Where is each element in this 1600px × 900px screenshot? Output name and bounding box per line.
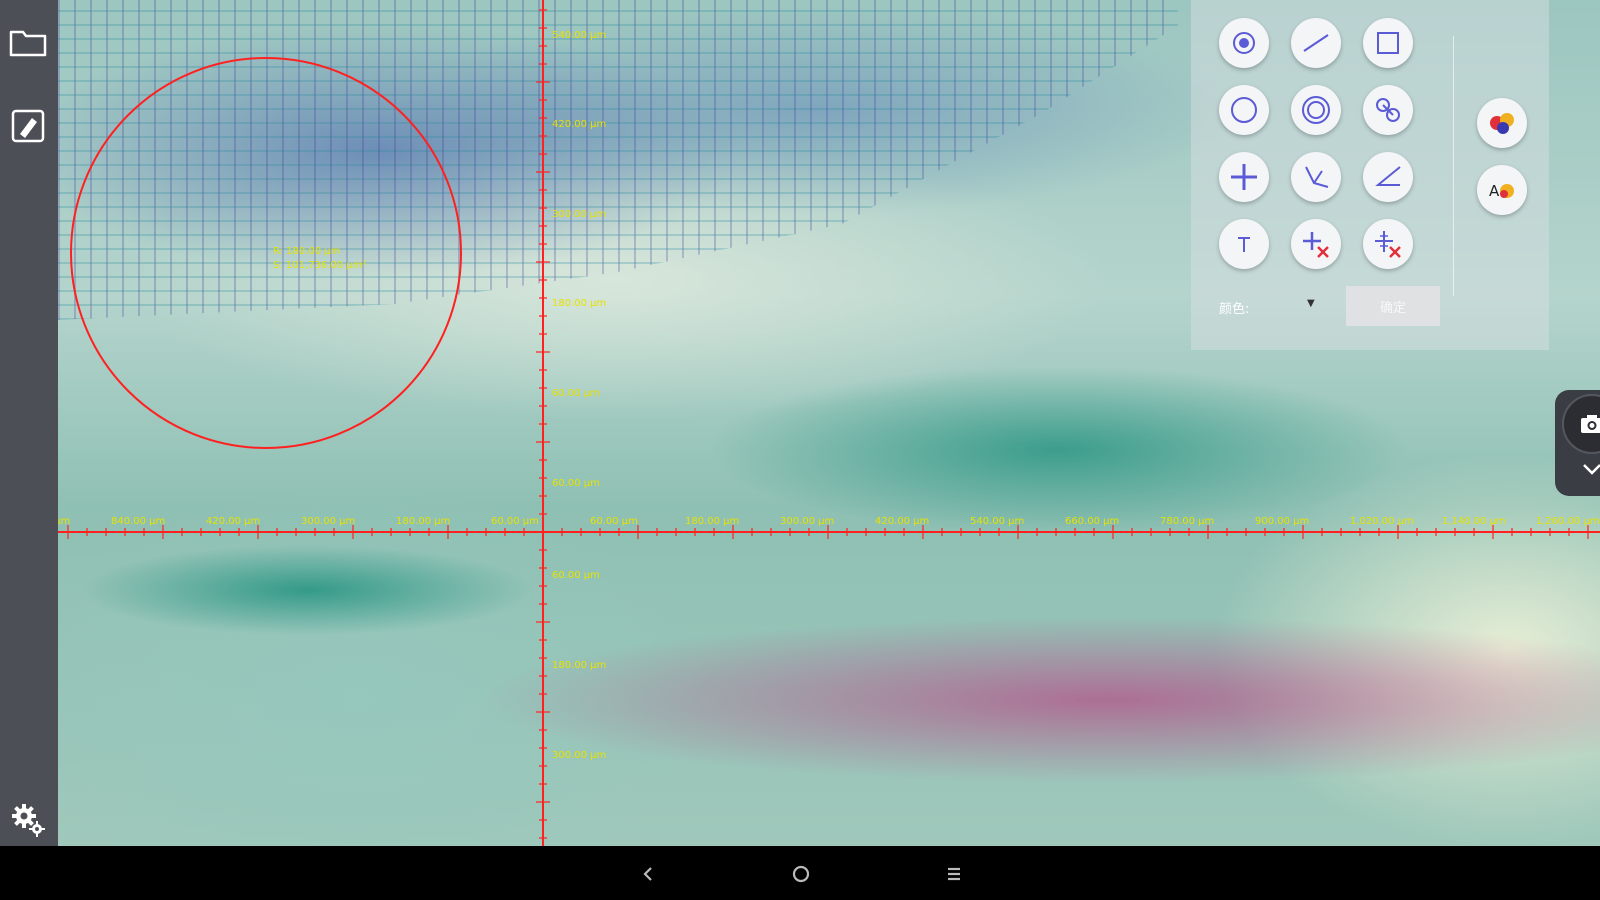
x-tick-label: 300.00 µm (301, 516, 355, 527)
x-axis-tick-labels: 960.00 µm 840.00 µm 420.00 µm 300.00 µm … (58, 516, 1600, 527)
x-tick-label: 840.00 µm (111, 516, 165, 527)
concentric-circle-tool-button[interactable] (1291, 85, 1341, 135)
text-icon (1238, 237, 1250, 252)
two-circles-icon (1376, 98, 1400, 122)
x-tick-label: 780.00 µm (1160, 516, 1214, 527)
circle-icon (1231, 97, 1257, 123)
crosshair-icon (1231, 164, 1257, 190)
x-tick-label: 60.00 µm (590, 516, 638, 527)
x-tick-label: 60.00 µm (491, 516, 539, 527)
two-circles-tool-button[interactable] (1363, 85, 1413, 135)
color-label: 颜色: (1219, 302, 1250, 317)
x-tick-label: 1,020.00 µm (1350, 516, 1414, 527)
angle-icon (1305, 166, 1329, 188)
home-icon (792, 865, 810, 883)
folder-icon (9, 30, 47, 57)
text-tool-button[interactable] (1219, 219, 1269, 269)
y-tick-label: 420.00 µm (552, 119, 606, 130)
edit-button[interactable] (7, 106, 49, 146)
x-tick-label: 660.00 µm (1065, 516, 1119, 527)
concentric-circle-icon (1302, 96, 1330, 124)
folder-button[interactable] (7, 22, 49, 62)
point-tool-button[interactable] (1219, 18, 1269, 68)
delete-scale-tool-button[interactable] (1363, 219, 1413, 269)
settings-button[interactable] (7, 800, 49, 840)
capture-button[interactable] (1562, 394, 1600, 454)
text-color-tool-button[interactable]: A (1477, 165, 1527, 215)
microscope-image-viewer[interactable]: R: 180.00 µm S: 101,736.00 µm² 960.00 µm… (58, 0, 1600, 846)
settings-icon (12, 804, 45, 837)
y-axis-tick-labels: 540.00 µm 420.00 µm 300.00 µm 180.00 µm … (552, 30, 606, 761)
panel-divider (1453, 36, 1454, 296)
edit-icon (11, 109, 45, 143)
line-icon (1303, 34, 1329, 52)
crosshair-tool-button[interactable] (1219, 152, 1269, 202)
camera-icon (1581, 415, 1600, 433)
y-tick-label: 60.00 µm (552, 570, 600, 581)
y-tick-label: 60.00 µm (552, 388, 600, 399)
rectangle-icon (1377, 32, 1399, 54)
collapse-button[interactable] (1579, 460, 1600, 482)
text-color-icon: A (1489, 182, 1514, 200)
circle-area-label: S: 101,736.00 µm² (273, 260, 366, 271)
y-tick-label: 180.00 µm (552, 298, 606, 309)
y-tick-label: 60.00 µm (552, 478, 600, 489)
delete-crosshair-icon (1303, 232, 1329, 258)
measurement-tool-panel: A 颜色: ▼ 确定 (1191, 0, 1549, 350)
x-tick-label: 960.00 µm (58, 516, 70, 527)
confirm-button[interactable]: 确定 (1346, 286, 1440, 326)
home-button[interactable] (787, 860, 815, 888)
x-tick-label: 900.00 µm (1255, 516, 1309, 527)
back-button[interactable] (634, 860, 662, 888)
recents-icon (948, 867, 960, 881)
color-dropdown-icon[interactable]: ▼ (1307, 298, 1315, 309)
line-tool-button[interactable] (1291, 18, 1341, 68)
palette-icon (1490, 113, 1514, 134)
x-tick-label: 300.00 µm (780, 516, 834, 527)
back-icon (643, 867, 652, 881)
y-tick-label: 180.00 µm (552, 660, 606, 671)
rectangle-tool-button[interactable] (1363, 18, 1413, 68)
y-tick-label: 540.00 µm (552, 30, 606, 41)
delete-crosshair-tool-button[interactable] (1291, 219, 1341, 269)
x-tick-label: 420.00 µm (206, 516, 260, 527)
system-navigation-bar (0, 846, 1600, 900)
angle-line-tool-button[interactable] (1363, 152, 1413, 202)
left-toolbar (0, 0, 58, 846)
color-palette-tool-button[interactable] (1477, 98, 1527, 148)
delete-scale-icon (1375, 231, 1401, 258)
x-tick-label: 540.00 µm (970, 516, 1024, 527)
circle-tool-button[interactable] (1219, 85, 1269, 135)
x-tick-label: 1,140.00 µm (1442, 516, 1506, 527)
measurement-circle[interactable] (70, 57, 462, 449)
chevron-down-icon (1583, 464, 1600, 475)
x-tick-label: 420.00 µm (875, 516, 929, 527)
x-tick-label: 1,260.00 µm (1536, 516, 1600, 527)
x-tick-label: 180.00 µm (396, 516, 450, 527)
circle-radius-label: R: 180.00 µm (273, 246, 340, 257)
angle-tool-button[interactable] (1291, 152, 1341, 202)
point-icon (1233, 32, 1255, 54)
svg-text:A: A (1489, 182, 1500, 200)
y-tick-label: 300.00 µm (552, 209, 606, 220)
y-tick-label: 300.00 µm (552, 750, 606, 761)
x-tick-label: 180.00 µm (685, 516, 739, 527)
recents-button[interactable] (940, 860, 968, 888)
capture-panel (1555, 390, 1600, 496)
angle-line-icon (1375, 166, 1401, 186)
